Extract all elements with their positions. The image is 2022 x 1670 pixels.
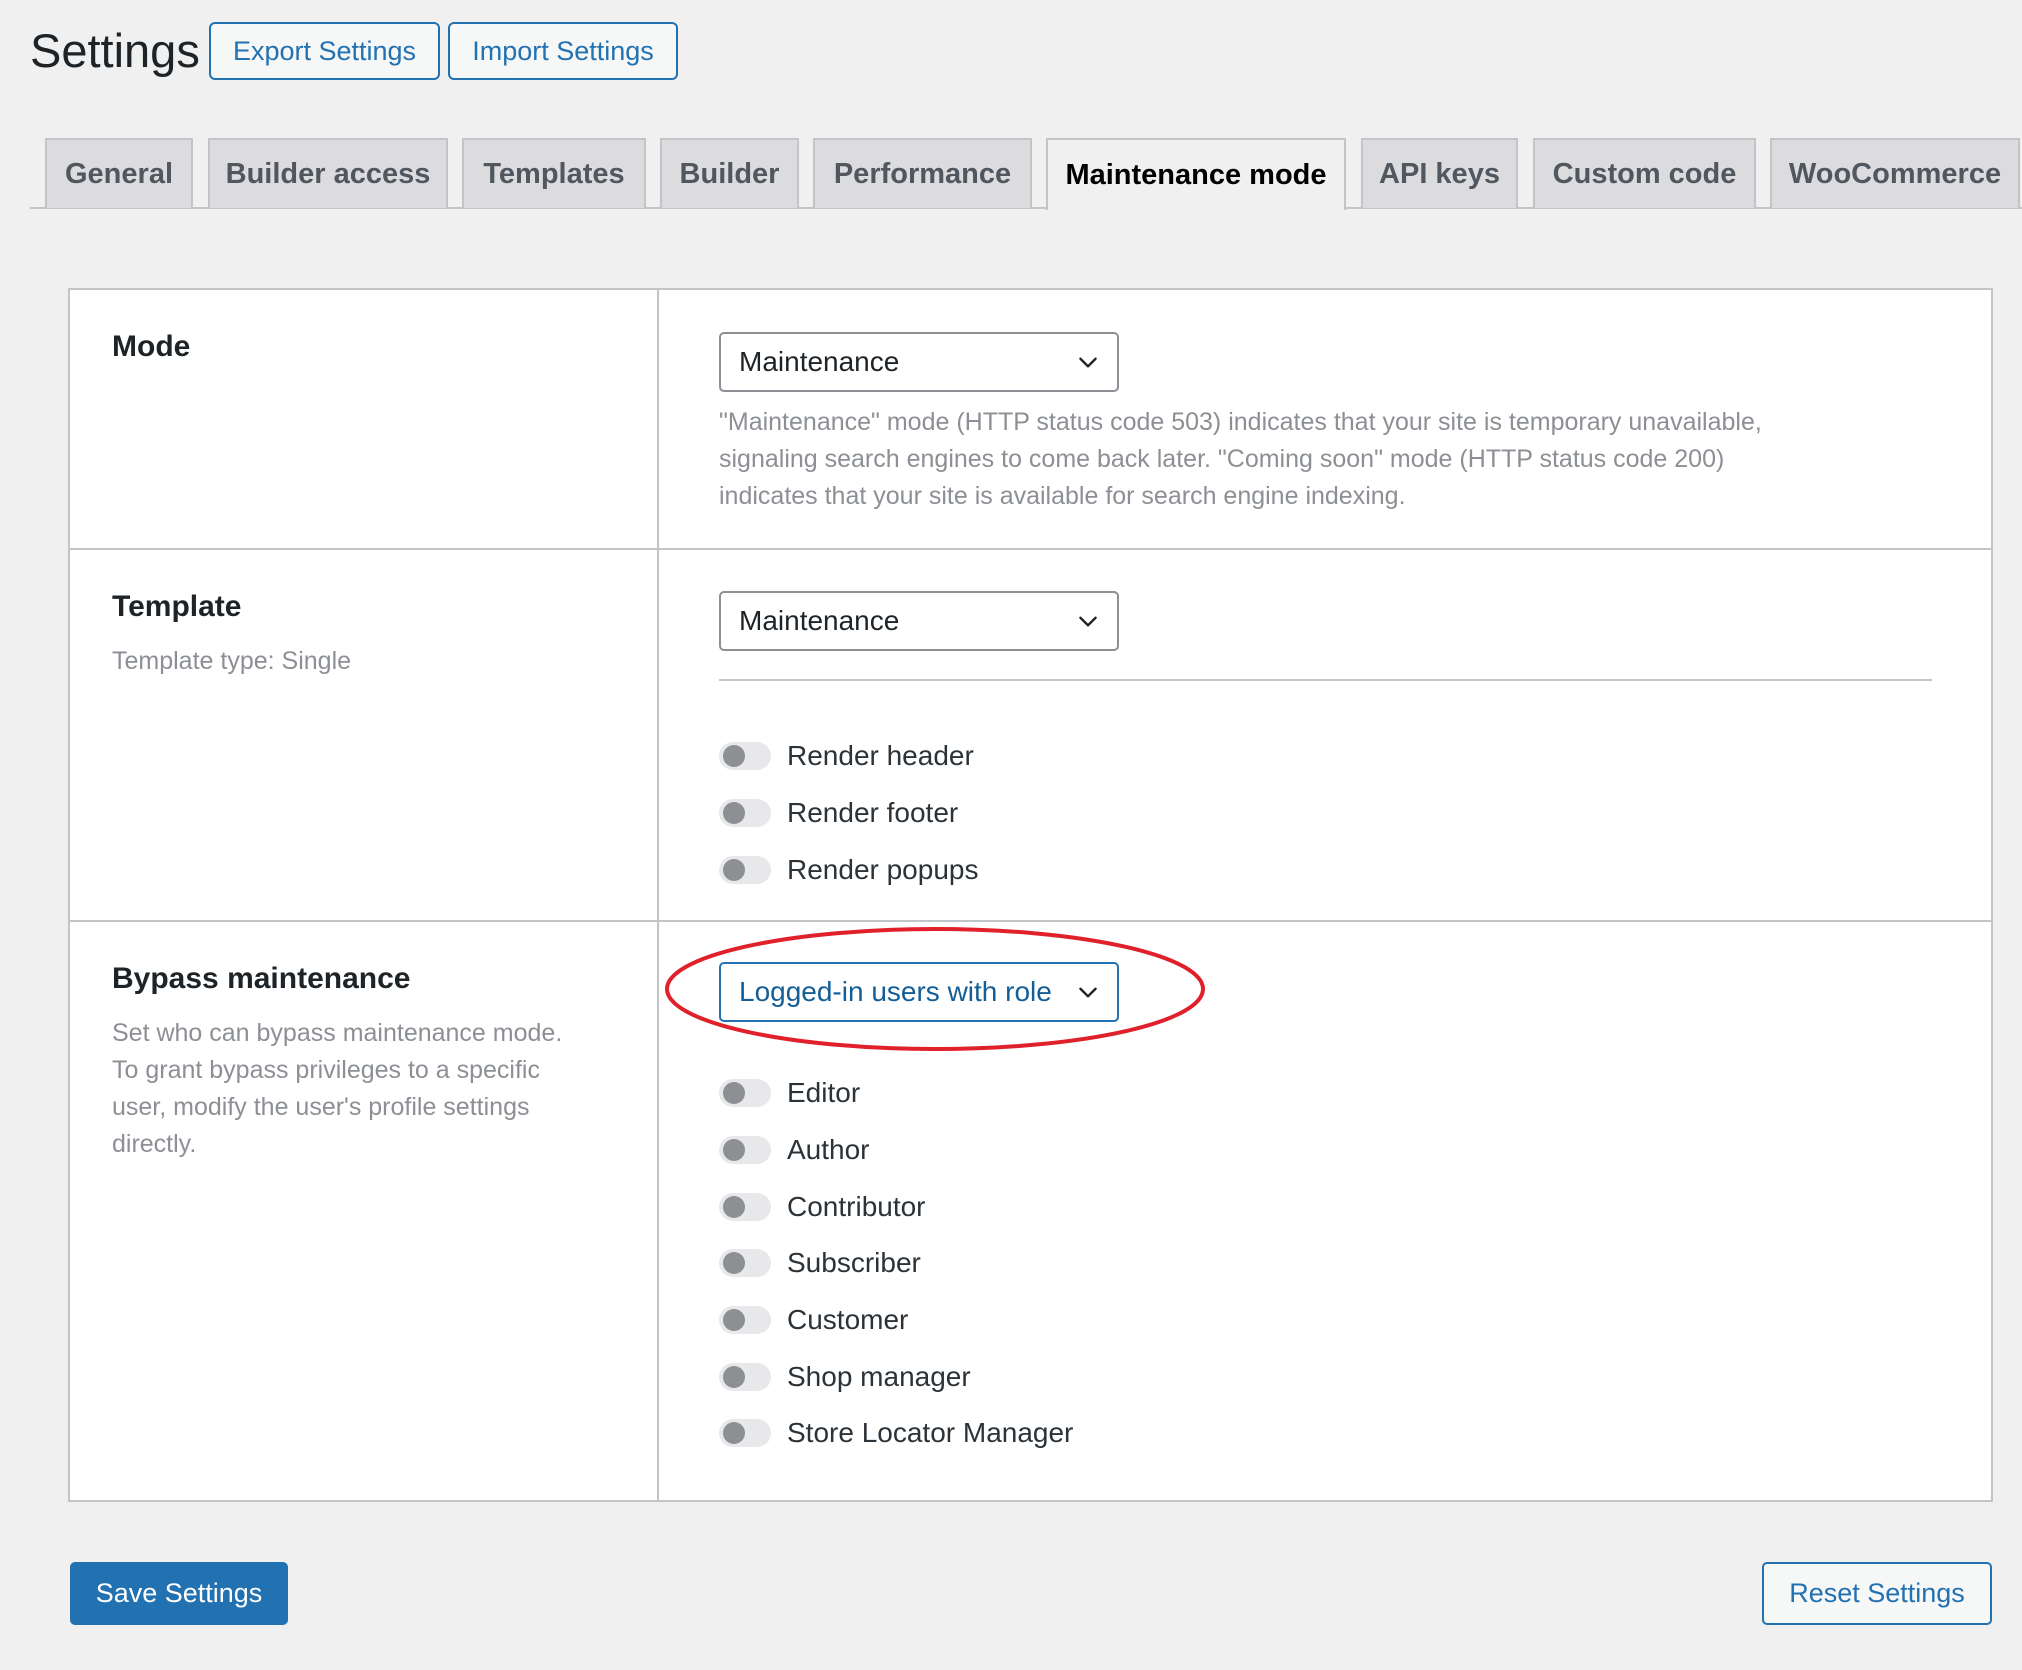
render-footer-label: Render footer	[787, 797, 959, 828]
bypass-select-value: Logged-in users with role	[739, 976, 1052, 1007]
tab-maintenance-mode[interactable]: Maintenance mode	[1046, 138, 1346, 210]
role-toggle[interactable]	[719, 1079, 771, 1107]
bypass-select[interactable]: Logged-in users with role	[719, 962, 1119, 1022]
tab-performance[interactable]: Performance	[813, 138, 1032, 208]
role-toggle[interactable]	[719, 1363, 771, 1391]
tab-woocommerce[interactable]: WooCommerce	[1770, 138, 2020, 208]
role-toggle-row[interactable]: Editor	[719, 1073, 860, 1113]
mode-help-line: signaling search engines to come back la…	[719, 445, 1725, 473]
tab-custom-code[interactable]: Custom code	[1533, 138, 1756, 208]
template-select-value: Maintenance	[739, 605, 900, 636]
mode-title: Mode	[112, 330, 191, 363]
render-footer-toggle-row[interactable]: Render footer	[719, 793, 958, 833]
role-label-author: Author	[787, 1134, 870, 1165]
role-toggle-row[interactable]: Shop manager	[719, 1357, 971, 1397]
bypass-desc: Set who can bypass maintenance mode. To …	[112, 1015, 562, 1163]
render-popups-label: Render popups	[787, 854, 979, 885]
role-label-store-locator-manager: Store Locator Manager	[787, 1417, 1074, 1448]
tab-api-keys[interactable]: API keys	[1361, 138, 1518, 208]
tab-builder-access[interactable]: Builder access	[208, 138, 448, 208]
settings-panel: Mode Maintenance "Maintenance" mode (HTT…	[68, 288, 1993, 1502]
role-toggle[interactable]	[719, 1193, 771, 1221]
row-divider	[70, 548, 1991, 550]
role-toggle[interactable]	[719, 1419, 771, 1447]
row-divider	[70, 920, 1991, 922]
tab-templates[interactable]: Templates	[462, 138, 646, 208]
render-popups-toggle[interactable]	[719, 856, 771, 884]
render-header-toggle[interactable]	[719, 742, 771, 770]
bypass-title: Bypass maintenance	[112, 962, 411, 995]
role-toggle-row[interactable]: Contributor	[719, 1187, 926, 1227]
role-label-shop-manager: Shop manager	[787, 1361, 971, 1392]
render-header-toggle-row[interactable]: Render header	[719, 736, 974, 776]
reset-settings-button[interactable]: Reset Settings	[1762, 1562, 1992, 1625]
role-label-contributor: Contributor	[787, 1191, 926, 1222]
role-label-customer: Customer	[787, 1304, 909, 1335]
render-popups-toggle-row[interactable]: Render popups	[719, 850, 978, 890]
template-select[interactable]: Maintenance	[719, 591, 1119, 651]
chevron-down-icon	[1079, 616, 1097, 627]
template-separator	[719, 679, 1932, 681]
tab-general[interactable]: General	[45, 138, 193, 208]
role-toggle-row[interactable]: Subscriber	[719, 1243, 921, 1283]
chevron-down-icon	[1079, 357, 1097, 368]
column-divider	[657, 290, 659, 1500]
mode-help-text: "Maintenance" mode (HTTP status code 503…	[719, 404, 1989, 515]
page-title: Settings	[30, 24, 200, 77]
mode-select-value: Maintenance	[739, 346, 900, 377]
role-toggle[interactable]	[719, 1136, 771, 1164]
bypass-desc-line: directly.	[112, 1130, 197, 1158]
render-header-label: Render header	[787, 740, 974, 771]
role-label-editor: Editor	[787, 1077, 861, 1108]
chevron-down-icon	[1079, 987, 1097, 998]
template-desc: Template type: Single	[112, 647, 352, 675]
role-toggle[interactable]	[719, 1306, 771, 1334]
import-settings-button[interactable]: Import Settings	[448, 22, 678, 80]
mode-help-line: "Maintenance" mode (HTTP status code 503…	[719, 408, 1762, 436]
role-label-subscriber: Subscriber	[787, 1247, 921, 1278]
role-toggle-row[interactable]: Author	[719, 1130, 870, 1170]
export-settings-button[interactable]: Export Settings	[209, 22, 440, 80]
mode-select[interactable]: Maintenance	[719, 332, 1119, 392]
role-toggle[interactable]	[719, 1249, 771, 1277]
bypass-desc-line: Set who can bypass maintenance mode.	[112, 1019, 563, 1047]
bypass-desc-line: user, modify the user's profile settings	[112, 1093, 530, 1121]
bypass-desc-line: To grant bypass privileges to a specific	[112, 1056, 540, 1084]
role-toggle-row[interactable]: Store Locator Manager	[719, 1413, 1073, 1453]
save-settings-button[interactable]: Save Settings	[70, 1562, 288, 1625]
mode-help-line: indicates that your site is available fo…	[719, 482, 1406, 510]
render-footer-toggle[interactable]	[719, 799, 771, 827]
role-toggle-row[interactable]: Customer	[719, 1300, 908, 1340]
template-title: Template	[112, 590, 242, 623]
tab-builder[interactable]: Builder	[660, 138, 799, 208]
